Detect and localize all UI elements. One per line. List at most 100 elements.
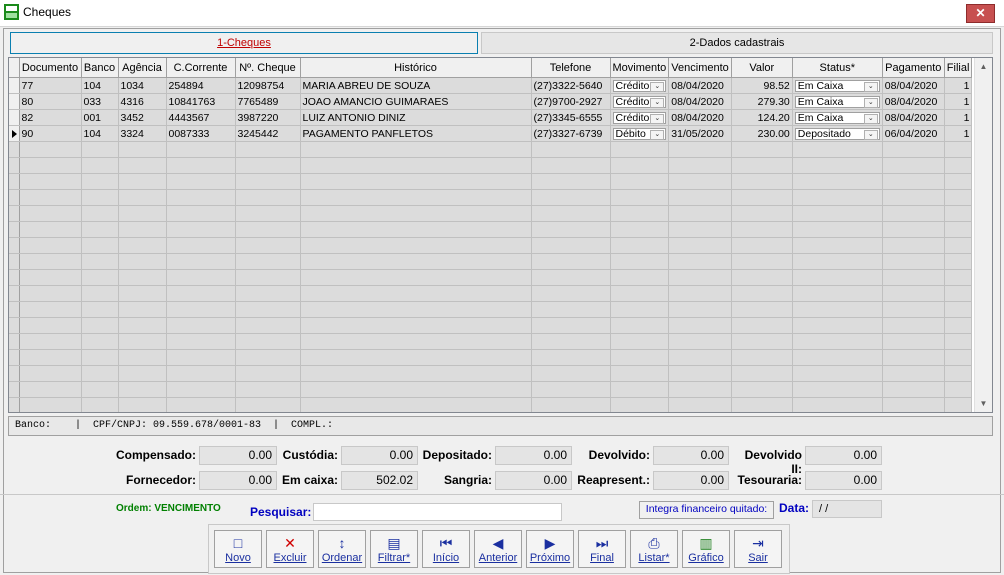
cell-cheque[interactable]: 12098754 — [235, 77, 301, 94]
cell-pagamento[interactable] — [882, 381, 945, 398]
empty-row[interactable] — [9, 237, 973, 254]
cell-telefone[interactable] — [531, 141, 611, 158]
cell-historico[interactable] — [300, 221, 532, 238]
cell-documento[interactable] — [19, 333, 82, 350]
cell-filial[interactable]: 1 — [944, 125, 973, 142]
cell-telefone[interactable] — [531, 333, 611, 350]
cell-pagamento[interactable]: 08/04/2020 — [882, 109, 945, 126]
cell-agencia[interactable] — [118, 189, 167, 206]
cell-telefone[interactable] — [531, 189, 611, 206]
chevron-down-icon[interactable]: ⌄ — [650, 129, 665, 140]
empty-row[interactable] — [9, 173, 973, 190]
cell-valor[interactable]: 124.20 — [731, 109, 793, 126]
chevron-down-icon[interactable]: ⌄ — [650, 113, 665, 124]
cell-movimento[interactable] — [610, 397, 670, 412]
cell-movimento[interactable] — [610, 173, 670, 190]
cell-agencia[interactable] — [118, 221, 167, 238]
cell-vencimento[interactable] — [668, 333, 732, 350]
cell-pagamento[interactable] — [882, 301, 945, 318]
cell-cheque[interactable] — [235, 317, 301, 334]
cell-documento[interactable] — [19, 189, 82, 206]
cell-documento[interactable]: 82 — [19, 109, 82, 126]
cell-cheque[interactable] — [235, 381, 301, 398]
cell-valor[interactable] — [731, 301, 793, 318]
cell-conta[interactable]: 254894 — [166, 77, 236, 94]
listar-button[interactable]: ⎙ Listar* — [630, 530, 678, 568]
cell-cheque[interactable] — [235, 189, 301, 206]
cell-agencia[interactable] — [118, 173, 167, 190]
cell-agencia[interactable]: 1034 — [118, 77, 167, 94]
cell-valor[interactable] — [731, 269, 793, 286]
cell-filial[interactable]: 1 — [944, 77, 973, 94]
chevron-down-icon[interactable]: ⌄ — [863, 129, 878, 140]
cell-banco[interactable]: 104 — [81, 77, 119, 94]
cell-conta[interactable] — [166, 269, 236, 286]
cell-pagamento[interactable] — [882, 221, 945, 238]
data-field[interactable]: / / — [812, 500, 882, 518]
cell-vencimento[interactable] — [668, 365, 732, 382]
cell-filial[interactable] — [944, 173, 973, 190]
cell-valor[interactable] — [731, 189, 793, 206]
search-input[interactable] — [313, 503, 562, 521]
cell-agencia[interactable] — [118, 269, 167, 286]
cell-movimento[interactable] — [610, 189, 670, 206]
cell-pagamento[interactable] — [882, 397, 945, 412]
cell-movimento[interactable]: Crédito ⌄ — [610, 77, 670, 94]
grid-vertical-scrollbar[interactable]: ▲ ▼ — [974, 58, 992, 412]
cell-agencia[interactable] — [118, 253, 167, 270]
cell-movimento[interactable] — [610, 317, 670, 334]
cell-banco[interactable] — [81, 269, 119, 286]
cell-valor[interactable] — [731, 397, 793, 412]
cell-documento[interactable]: 77 — [19, 77, 82, 94]
cell-conta[interactable] — [166, 173, 236, 190]
cell-telefone[interactable] — [531, 173, 611, 190]
cell-banco[interactable] — [81, 381, 119, 398]
cell-status[interactable] — [792, 397, 883, 412]
cell-agencia[interactable] — [118, 157, 167, 174]
cell-historico[interactable] — [300, 365, 532, 382]
cell-pagamento[interactable] — [882, 349, 945, 366]
cell-valor[interactable] — [731, 205, 793, 222]
status-select[interactable]: Em Caixa ⌄ — [794, 79, 880, 92]
cell-conta[interactable] — [166, 237, 236, 254]
empty-row[interactable] — [9, 365, 973, 382]
cell-pagamento[interactable] — [882, 333, 945, 350]
cell-status[interactable]: Em Caixa ⌄ — [792, 93, 883, 110]
cell-telefone[interactable] — [531, 317, 611, 334]
cell-banco[interactable] — [81, 333, 119, 350]
cell-vencimento[interactable]: 31/05/2020 — [668, 125, 732, 142]
cell-cheque[interactable] — [235, 221, 301, 238]
cell-valor[interactable] — [731, 157, 793, 174]
cell-conta[interactable] — [166, 333, 236, 350]
tab-cheques[interactable]: 1-Cheques — [10, 32, 478, 54]
cell-vencimento[interactable] — [668, 205, 732, 222]
novo-button[interactable]: □ Novo — [214, 530, 262, 568]
cell-agencia[interactable] — [118, 141, 167, 158]
cell-documento[interactable]: 90 — [19, 125, 82, 142]
cell-documento[interactable] — [19, 365, 82, 382]
table-row[interactable]: 90 104 3324 0087333 3245442 PAGAMENTO PANFLET… — [9, 125, 973, 142]
cell-movimento[interactable] — [610, 285, 670, 302]
cell-status[interactable] — [792, 365, 883, 382]
cell-documento[interactable] — [19, 381, 82, 398]
cell-valor[interactable] — [731, 221, 793, 238]
cell-movimento[interactable]: Débito ⌄ — [610, 125, 670, 142]
cell-conta[interactable] — [166, 381, 236, 398]
cell-filial[interactable] — [944, 237, 973, 254]
chevron-down-icon[interactable]: ⌄ — [650, 97, 665, 108]
cell-historico[interactable] — [300, 333, 532, 350]
cell-valor[interactable] — [731, 317, 793, 334]
cell-telefone[interactable] — [531, 397, 611, 412]
cell-vencimento[interactable]: 08/04/2020 — [668, 77, 732, 94]
chevron-down-icon[interactable]: ⌄ — [863, 97, 878, 108]
cell-historico[interactable] — [300, 237, 532, 254]
cell-telefone[interactable] — [531, 349, 611, 366]
cell-valor[interactable] — [731, 333, 793, 350]
cell-telefone[interactable] — [531, 381, 611, 398]
column-header[interactable]: Filial — [944, 58, 973, 78]
cell-movimento[interactable] — [610, 301, 670, 318]
cell-telefone[interactable] — [531, 253, 611, 270]
empty-row[interactable] — [9, 205, 973, 222]
cell-banco[interactable]: 104 — [81, 125, 119, 142]
column-header[interactable]: Vencimento — [668, 58, 732, 78]
